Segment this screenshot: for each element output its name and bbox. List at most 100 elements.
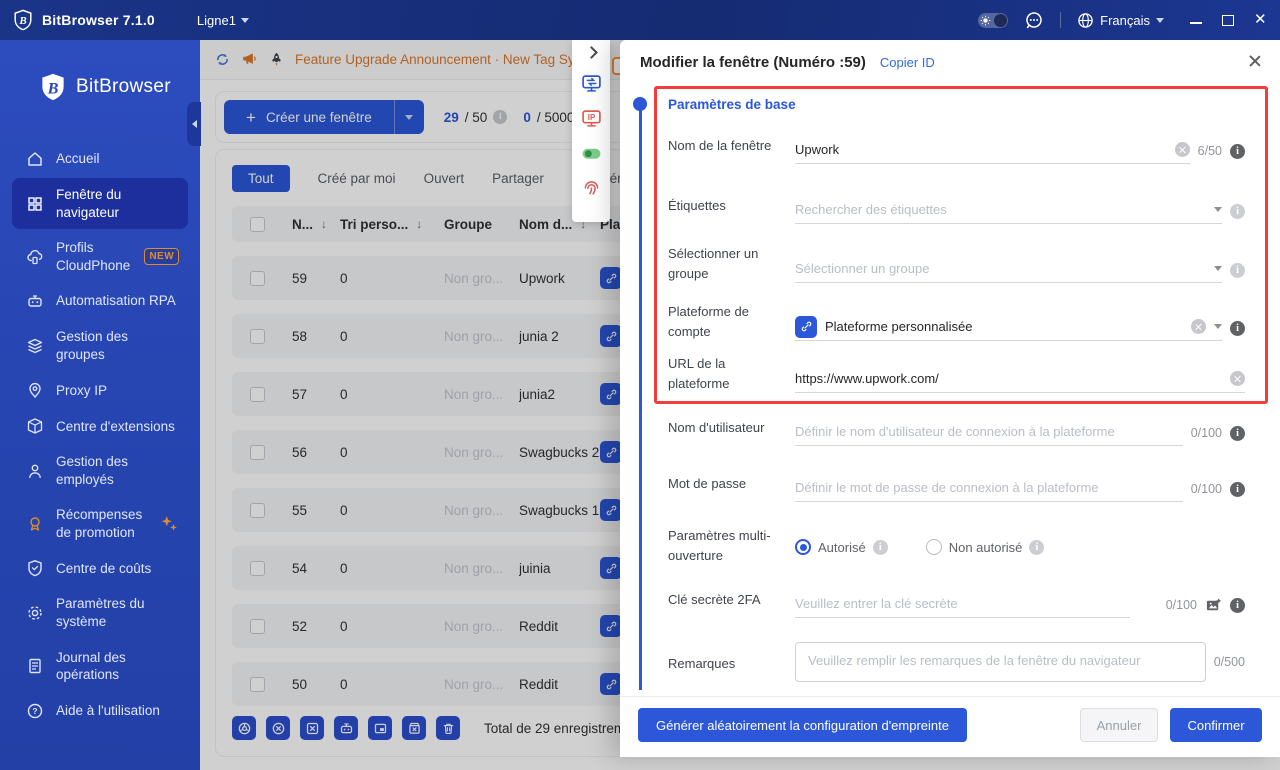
expand-chevron-icon[interactable] [585, 46, 598, 59]
close-circle-icon[interactable] [266, 716, 290, 740]
create-window-button[interactable]: + Créer une fenêtre [224, 100, 424, 134]
info-icon[interactable]: i [1230, 598, 1245, 613]
col-number[interactable]: N... [292, 217, 313, 232]
window-icon[interactable] [368, 716, 392, 740]
refresh-icon[interactable] [214, 51, 231, 68]
sidebar-item-centre-couts[interactable]: Centre de coûts [12, 551, 188, 585]
select-all-checkbox[interactable] [250, 217, 265, 232]
info-icon[interactable]: i [1230, 144, 1245, 159]
platform-url-input[interactable] [795, 371, 1222, 386]
platform-select[interactable]: Plateforme personnalisée [795, 313, 1222, 341]
sidebar-item-recompenses-promotion[interactable]: Récompenses de promotion [12, 498, 188, 549]
remarks-textarea[interactable] [795, 642, 1206, 682]
batch-actions: Total de 29 enregistrements [232, 716, 651, 740]
window-name-input[interactable] [795, 142, 1167, 157]
section-title: Paramètres de base [668, 97, 796, 112]
platform-link-icon [600, 615, 622, 637]
sort-desc-icon[interactable]: ↓ [321, 217, 327, 231]
create-window-dropdown[interactable] [394, 100, 424, 134]
minimize-button[interactable] [1190, 14, 1202, 26]
close-icon[interactable] [1246, 52, 1264, 70]
chevron-down-icon[interactable] [1214, 207, 1222, 212]
platform-value: Plateforme personnalisée [825, 319, 1183, 334]
clear-icon[interactable] [1175, 142, 1190, 157]
clear-icon[interactable] [1191, 319, 1206, 334]
generate-fingerprint-button[interactable]: Générer aléatoirement la configuration d… [638, 708, 967, 742]
language-selector[interactable]: Français [1077, 12, 1164, 29]
svg-text:B: B [18, 15, 26, 27]
toggle-on-icon[interactable] [581, 143, 602, 164]
maximize-button[interactable] [1222, 14, 1234, 26]
cloud-phone-icon [26, 248, 44, 266]
sidebar-item-automatisation-rpa[interactable]: Automatisation RPA [12, 284, 188, 318]
grid-icon [26, 195, 44, 213]
sort-desc-icon[interactable]: ↓ [416, 217, 422, 231]
sidebar-item-parametres-systeme[interactable]: Paramètres du système [12, 587, 188, 638]
line-selector[interactable]: Ligne1 [197, 13, 249, 28]
field-tags: Étiquettes Rechercher des étiquettes i [668, 196, 1245, 224]
row-checkbox[interactable] [250, 503, 265, 518]
info-icon[interactable]: i [1230, 482, 1245, 497]
tags-select[interactable]: Rechercher des étiquettes [795, 196, 1222, 224]
announcement-text[interactable]: Feature Upgrade Announcement · New Tag S… [295, 52, 604, 67]
row-checkbox[interactable] [250, 271, 265, 286]
field-username: Nom d'utilisateur 0/100 i [668, 418, 1245, 446]
row-checkbox[interactable] [250, 619, 265, 634]
theme-toggle[interactable] [978, 13, 1008, 28]
fingerprint-icon[interactable] [581, 178, 602, 199]
list-tab[interactable]: Ouvert [424, 165, 465, 192]
row-checkbox[interactable] [250, 561, 265, 576]
group-select[interactable]: Sélectionner un groupe [795, 255, 1222, 283]
sidebar-item-proxy-ip[interactable]: Proxy IP [12, 373, 188, 407]
windows-used: 29 [444, 110, 459, 125]
col-custom-sort[interactable]: Tri perso... [340, 217, 408, 232]
list-tab[interactable]: Tout [232, 165, 290, 192]
sidebar-item-fenetre-navigateur[interactable]: Fenêtre du navigateur [12, 178, 188, 229]
copy-id-link[interactable]: Copier ID [880, 55, 935, 70]
close-square-icon[interactable] [300, 716, 324, 740]
username-input[interactable] [795, 424, 1183, 439]
sidebar-item-gestion-groupes[interactable]: Gestion des groupes [12, 320, 188, 371]
sidebar-item-aide[interactable]: ? Aide à l'utilisation [12, 694, 188, 728]
support-headset-icon[interactable] [1024, 10, 1044, 30]
radio-not-allowed[interactable] [926, 539, 942, 555]
upload-image-icon[interactable] [1205, 597, 1222, 614]
ip-proxy-icon[interactable]: IP [581, 108, 602, 129]
confirm-button[interactable]: Confirmer [1170, 708, 1262, 742]
info-icon[interactable]: i [873, 540, 888, 555]
2fa-secret-input[interactable] [795, 596, 1130, 611]
info-icon[interactable]: i [1230, 204, 1245, 219]
chevron-down-icon[interactable] [1214, 324, 1222, 329]
robot-icon[interactable] [334, 716, 358, 740]
password-input[interactable] [795, 480, 1183, 495]
col-group[interactable]: Groupe [444, 217, 519, 232]
info-icon[interactable]: i [493, 110, 507, 124]
close-window-button[interactable]: ✕ [1254, 14, 1266, 26]
row-checkbox[interactable] [250, 329, 265, 344]
row-checkbox[interactable] [250, 387, 265, 402]
col-name[interactable]: Nom d... [519, 217, 572, 232]
info-icon[interactable]: i [1230, 321, 1245, 336]
row-checkbox[interactable] [250, 677, 265, 692]
platform-link-icon [600, 673, 622, 695]
sidebar-item-centre-extensions[interactable]: Centre d'extensions [12, 409, 188, 443]
info-icon[interactable]: i [1230, 263, 1245, 278]
sidebar-item-gestion-employes[interactable]: Gestion des employés [12, 445, 188, 496]
chevron-down-icon[interactable] [1214, 266, 1222, 271]
sidebar-item-accueil[interactable]: Accueil [12, 142, 188, 176]
monitor-sync-icon[interactable] [581, 73, 602, 94]
list-tab[interactable]: Créé par moi [318, 165, 396, 192]
list-tab[interactable]: Partager [492, 165, 544, 192]
browser-icon[interactable] [232, 716, 256, 740]
row-checkbox[interactable] [250, 445, 265, 460]
clear-icon[interactable] [1230, 371, 1245, 386]
info-icon[interactable]: i [1230, 426, 1245, 441]
package-close-icon[interactable] [402, 716, 426, 740]
info-icon[interactable]: i [1029, 540, 1044, 555]
radio-allowed[interactable] [795, 539, 811, 555]
sidebar-item-profils-cloudphone[interactable]: Profils CloudPhone NEW [12, 231, 188, 282]
cancel-button[interactable]: Annuler [1080, 708, 1158, 742]
trash-icon[interactable] [436, 716, 460, 740]
sidebar-item-journal-operations[interactable]: Journal des opérations [12, 641, 188, 692]
sidebar-collapse-handle[interactable] [187, 102, 201, 146]
